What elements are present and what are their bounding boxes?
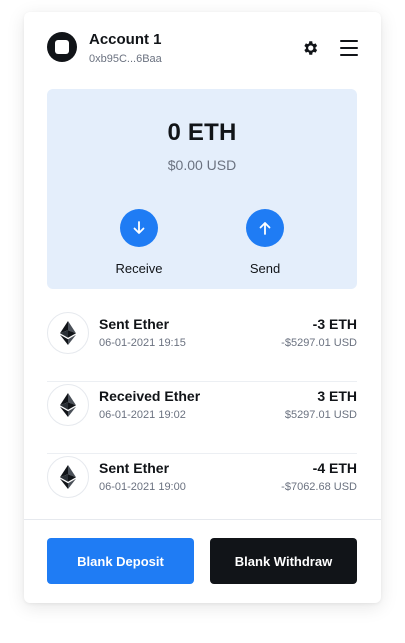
transaction-list: Sent Ether 06-01-2021 19:15 -3 ETH -$529…: [47, 310, 357, 525]
transaction-row[interactable]: Sent Ether 06-01-2021 19:00 -4 ETH -$706…: [47, 454, 357, 525]
usd-balance: $0.00 USD: [167, 157, 237, 173]
eth-balance: 0 ETH: [167, 119, 237, 146]
transaction-title: Received Ether: [99, 388, 201, 404]
transaction-usd: -$7062.68 USD: [281, 481, 357, 493]
account-name[interactable]: Account 1: [89, 31, 162, 48]
wallet-card: Account 1 0xb95C...6Baa 0 ETH $0.00 USD …: [24, 12, 381, 603]
transaction-row[interactable]: Sent Ether 06-01-2021 19:15 -3 ETH -$529…: [47, 310, 357, 382]
gear-icon[interactable]: [301, 39, 319, 57]
account-address[interactable]: 0xb95C...6Baa: [89, 53, 162, 65]
receive-label: Receive: [115, 261, 163, 276]
blank-withdraw-button[interactable]: Blank Withdraw: [210, 538, 357, 584]
ethereum-icon: [47, 312, 89, 354]
transaction-date: 06-01-2021 19:00: [99, 481, 186, 493]
receive-action[interactable]: Receive: [99, 209, 179, 276]
send-button[interactable]: [246, 209, 284, 247]
transaction-date: 06-01-2021 19:15: [99, 337, 186, 349]
ethereum-icon: [47, 456, 89, 498]
transaction-title: Sent Ether: [99, 316, 170, 332]
ethereum-icon: [47, 384, 89, 426]
transaction-amount: -4 ETH: [312, 460, 357, 476]
transaction-title: Sent Ether: [99, 460, 170, 476]
transaction-amount: -3 ETH: [312, 316, 357, 332]
arrow-down-icon: [133, 221, 145, 234]
arrow-up-icon: [259, 222, 271, 235]
receive-button[interactable]: [120, 209, 158, 247]
account-avatar-icon[interactable]: [47, 32, 77, 62]
send-action[interactable]: Send: [225, 209, 305, 276]
hamburger-menu-icon[interactable]: [340, 40, 358, 56]
blank-deposit-button[interactable]: Blank Deposit: [47, 538, 194, 584]
send-label: Send: [249, 261, 281, 276]
divider: [24, 519, 381, 520]
transaction-usd: -$5297.01 USD: [281, 337, 357, 349]
transaction-row[interactable]: Received Ether 06-01-2021 19:02 3 ETH $5…: [47, 382, 357, 454]
balance-panel: 0 ETH $0.00 USD Receive Send: [47, 89, 357, 289]
transaction-date: 06-01-2021 19:02: [99, 409, 186, 421]
transaction-amount: 3 ETH: [317, 388, 357, 404]
header: Account 1 0xb95C...6Baa: [24, 12, 381, 84]
transaction-usd: $5297.01 USD: [284, 409, 357, 421]
